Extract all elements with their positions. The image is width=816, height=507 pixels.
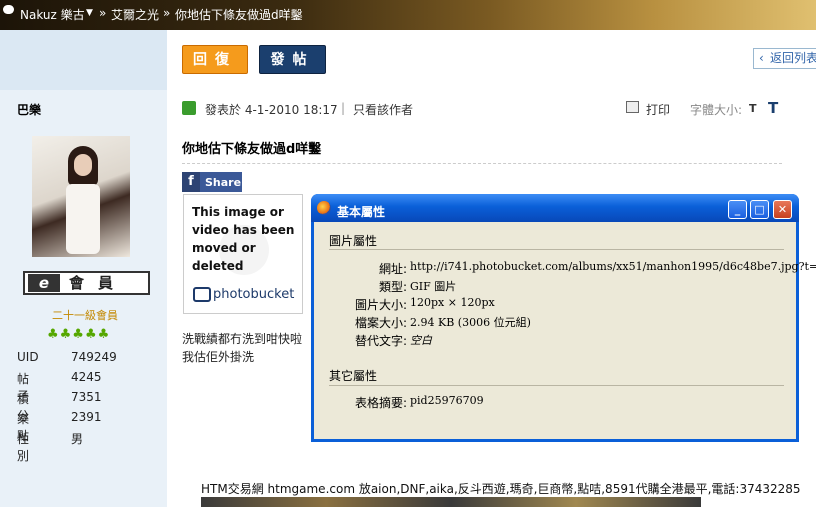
stat-value: 2391 bbox=[71, 410, 102, 424]
avatar[interactable] bbox=[32, 136, 130, 257]
prop-label: 表格摘要: bbox=[354, 396, 407, 410]
prop-label: 圖片大小: bbox=[354, 298, 407, 312]
post-timestamp: 發表於 4-1-2010 18:17 bbox=[205, 103, 338, 117]
facebook-icon: f bbox=[182, 172, 200, 192]
camera-icon bbox=[193, 287, 211, 302]
prop-value: GIF 圖片 bbox=[410, 280, 457, 293]
prop-label: 類型: bbox=[378, 280, 407, 294]
breadcrumb: Nakuz 樂古 ▼ » 艾爾之光 » 你地估下條友做過d咩鑿 bbox=[0, 0, 816, 30]
post-body-line: 洗戰績都冇洗到咁快啦 bbox=[182, 332, 303, 346]
font-size-label: 字體大小: bbox=[690, 103, 743, 117]
prop-value: 120px × 120px bbox=[410, 296, 495, 309]
print-link[interactable]: 打印 bbox=[646, 101, 670, 118]
badge-text: 會員 bbox=[69, 274, 128, 292]
author-only-link[interactable]: 只看該作者 bbox=[353, 101, 413, 118]
breadcrumb-forum-link[interactable]: 艾爾之光 bbox=[111, 6, 159, 23]
badge-logo-icon: e bbox=[28, 274, 60, 292]
avatar-face bbox=[74, 154, 92, 176]
member-badge: e 會員 bbox=[23, 271, 150, 295]
dialog-title: 基本屬性 bbox=[337, 205, 386, 219]
stat-value: 4245 bbox=[71, 370, 102, 384]
new-post-button[interactable]: 發帖 bbox=[259, 45, 326, 74]
meta-divider: | bbox=[341, 101, 346, 115]
chat-icon bbox=[3, 5, 14, 14]
share-label: Share bbox=[205, 176, 242, 189]
ad-link[interactable]: HTM交易網 htmgame.com 放aion,DNF,aika,反斗西遊,瑪… bbox=[201, 480, 801, 497]
post-image[interactable]: This image or video has been moved or de… bbox=[183, 194, 303, 314]
maximize-button[interactable]: □ bbox=[750, 200, 769, 219]
user-online-icon bbox=[182, 101, 196, 115]
dialog-client: 圖片屬性 網址: http://i741.photobucket.com/alb… bbox=[314, 222, 816, 439]
breadcrumb-separator: » bbox=[99, 6, 107, 20]
breadcrumb-thread-title: 你地估下條友做過d咩鑿 bbox=[175, 8, 303, 22]
prop-value: 2.94 KB (3006 位元組) bbox=[410, 316, 531, 329]
post-title: 你地估下條友做過d咩鑿 bbox=[182, 142, 322, 157]
post-body-line: 我估佢外掛洗 bbox=[182, 350, 255, 364]
section-divider bbox=[329, 249, 784, 250]
prop-value: pid25976709 bbox=[410, 394, 484, 407]
minimize-button[interactable]: _ bbox=[728, 200, 747, 219]
facebook-share-button[interactable]: f Share bbox=[182, 172, 242, 192]
font-small-button[interactable]: T bbox=[749, 102, 757, 115]
stat-label: UID bbox=[17, 350, 39, 364]
chevron-down-icon[interactable]: ▼ bbox=[86, 8, 93, 18]
breadcrumb-separator: » bbox=[163, 6, 171, 20]
image-missing-text: This image or video has been moved or de… bbox=[192, 205, 295, 273]
stat-value: 7351 bbox=[71, 390, 102, 404]
prop-value[interactable]: http://i741.photobucket.com/albums/xx51/… bbox=[410, 260, 816, 273]
reply-button[interactable]: 回復 bbox=[182, 45, 248, 74]
author-name[interactable]: 巴樂 bbox=[17, 101, 41, 118]
close-button[interactable]: ✕ bbox=[773, 200, 792, 219]
prop-label: 檔案大小: bbox=[354, 316, 407, 330]
section-other-properties: 其它屬性 bbox=[329, 369, 378, 383]
stat-label: 性別 bbox=[17, 432, 30, 463]
firefox-icon bbox=[317, 201, 331, 215]
user-menu[interactable]: Nakuz 樂古 bbox=[20, 6, 85, 23]
sidebar-header bbox=[0, 30, 167, 90]
stat-value: 男 bbox=[71, 432, 84, 446]
post-body: 洗戰績都冇洗到咁快啦 我估佢外掛洗 bbox=[182, 330, 302, 366]
member-rank: 二十一級會員 bbox=[52, 309, 118, 322]
prop-label: 網址: bbox=[378, 262, 407, 276]
prop-label: 替代文字: bbox=[354, 334, 407, 348]
font-large-button[interactable]: T bbox=[768, 99, 778, 117]
photobucket-logo-text: photobucket bbox=[213, 287, 295, 302]
section-image-properties: 圖片屬性 bbox=[329, 234, 378, 248]
divider bbox=[182, 163, 782, 164]
stat-value: 749249 bbox=[71, 350, 117, 364]
prop-value: 空白 bbox=[410, 334, 432, 347]
photobucket-logo: photobucket bbox=[193, 287, 294, 302]
print-icon[interactable] bbox=[626, 101, 639, 113]
rank-stars-icon: ♣♣♣♣♣ bbox=[47, 327, 111, 342]
avatar-body bbox=[66, 184, 100, 254]
ad-banner[interactable] bbox=[201, 497, 701, 507]
back-to-list-button[interactable]: 返回列表 bbox=[753, 48, 816, 69]
section-divider bbox=[329, 385, 784, 386]
properties-dialog: 基本屬性 _ □ ✕ 圖片屬性 網址: http://i741.photobuc… bbox=[311, 194, 816, 442]
